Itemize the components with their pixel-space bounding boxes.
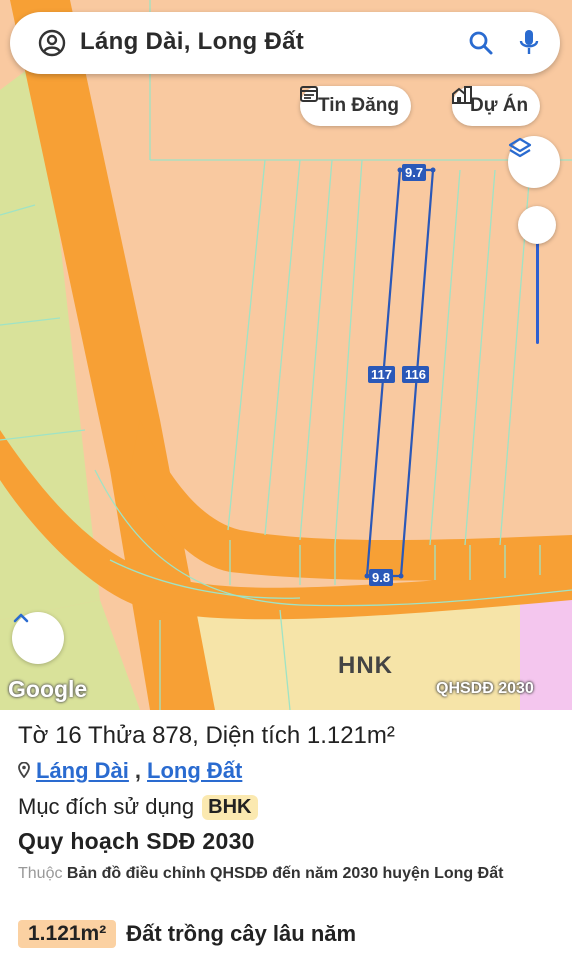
- location-pin-icon: [18, 758, 30, 784]
- area-badge: 1.121m²: [18, 920, 117, 948]
- listings-label: Tin Đăng: [318, 95, 399, 116]
- parcel-title: Tờ 16 Thửa 878, Diện tích 1.121m²: [18, 722, 395, 749]
- land-purpose-row: Mục đích sử dụng BHK: [18, 794, 258, 820]
- map-view[interactable]: 9.7 117 116 9.8 HNK Google QHSDĐ 2030 Lá…: [0, 0, 572, 710]
- edge-label-top: 9.7: [402, 164, 427, 181]
- edge-label-left: 117: [368, 366, 395, 383]
- search-input[interactable]: Láng Dài, Long Đất: [80, 28, 304, 56]
- opacity-slider-handle[interactable]: [518, 206, 556, 244]
- location-separator: ,: [134, 758, 142, 783]
- purpose-label: Mục đích sử dụng: [18, 794, 195, 819]
- zone-label: HNK: [338, 652, 393, 679]
- google-logo: Google: [8, 676, 88, 702]
- edge-label-right: 116: [402, 366, 429, 383]
- purpose-code-badge: BHK: [202, 794, 258, 820]
- district-link[interactable]: Long Đất: [147, 758, 242, 784]
- projects-button[interactable]: Dự Án: [452, 86, 541, 126]
- plan-prefix: Thuộc: [18, 865, 63, 882]
- projects-label: Dự Án: [470, 95, 529, 116]
- ward-link[interactable]: Láng Dài: [36, 758, 129, 784]
- land-type-label: Đất trồng cây lâu năm: [126, 921, 357, 946]
- listings-button[interactable]: Tin Đăng: [300, 86, 411, 126]
- search-bar[interactable]: Láng Dài, Long Đất: [10, 12, 560, 74]
- edge-label-bottom: 9.8: [369, 569, 394, 586]
- parcel-info-sheet: Tờ 16 Thửa 878, Diện tích 1.121m² Láng D…: [0, 712, 572, 960]
- land-type-row: 1.121m² Đất trồng cây lâu năm: [18, 920, 356, 948]
- plan-desc-text: Bản đồ điều chỉnh QHSDĐ đến năm 2030 huy…: [66, 865, 504, 882]
- expand-sheet-button[interactable]: [12, 612, 64, 664]
- plan-description: Thuộc Bản đồ điều chỉnh QHSDĐ đến năm 20…: [18, 862, 570, 885]
- parcel-location: Láng Dài, Long Đất: [18, 758, 242, 784]
- plan-title: Quy hoạch SDĐ 2030: [18, 828, 255, 854]
- layer-name-badge: QHSDĐ 2030: [436, 680, 534, 697]
- layers-button[interactable]: [508, 136, 560, 188]
